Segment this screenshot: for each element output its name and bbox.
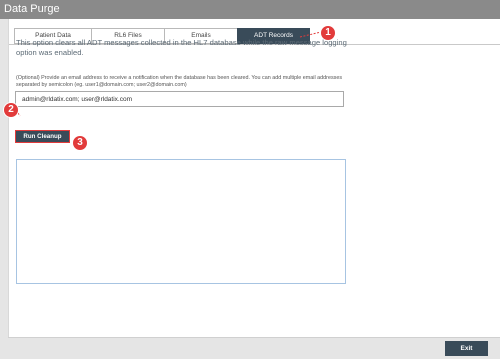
email-field-label: (Optional) Provide an email address to r…	[16, 75, 343, 88]
purge-description: This option clears all ADT messages coll…	[16, 38, 347, 57]
output-log-textarea[interactable]	[16, 159, 346, 284]
callout-badge-3: 3	[72, 135, 88, 151]
run-cleanup-button[interactable]: Run Cleanup	[15, 130, 70, 143]
callout-badge-2: 2	[3, 102, 19, 118]
callout-badge-1: 1	[320, 25, 336, 41]
exit-button[interactable]: Exit	[445, 341, 488, 356]
email-field[interactable]	[15, 91, 344, 107]
footer-divider	[8, 337, 500, 338]
window-title: Data Purge	[0, 0, 500, 19]
